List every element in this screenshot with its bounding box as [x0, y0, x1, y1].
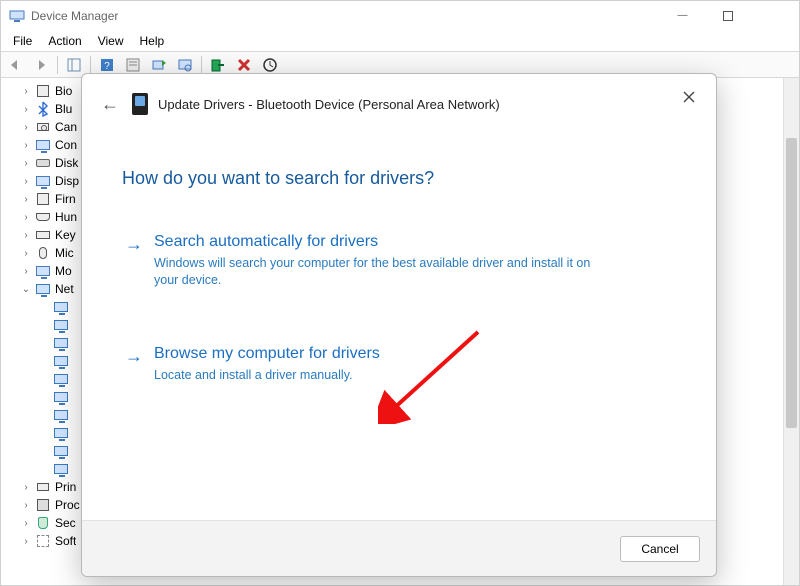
ico-sw-icon [35, 533, 51, 549]
dialog-body: How do you want to search for drivers? →… [82, 134, 716, 520]
expander-icon[interactable]: › [21, 86, 31, 97]
scrollbar-thumb[interactable] [786, 138, 797, 428]
tree-item-label: Prin [55, 480, 76, 494]
ico-chip-icon [35, 83, 51, 99]
ico-net-icon [53, 389, 69, 405]
ico-net-icon [53, 461, 69, 477]
expander-icon[interactable]: › [21, 536, 31, 547]
forward-arrow-icon[interactable] [29, 54, 53, 76]
ico-net-icon [53, 407, 69, 423]
dialog-header: ← Update Drivers - Bluetooth Device (Per… [82, 74, 716, 134]
device-manager-window: Device Manager — File Action View Help ? [0, 0, 800, 586]
svg-text:?: ? [104, 61, 110, 72]
ico-mon-icon [35, 263, 51, 279]
expander-icon[interactable]: › [21, 518, 31, 529]
ico-mon-icon [35, 173, 51, 189]
window-title: Device Manager [31, 9, 118, 23]
ico-net-icon [53, 371, 69, 387]
arrow-right-icon: → [124, 345, 144, 384]
tree-item-label: Con [55, 138, 77, 152]
tree-item-label: Mic [55, 246, 74, 260]
expander-icon[interactable]: › [21, 266, 31, 277]
menu-view[interactable]: View [90, 32, 132, 50]
ico-sec-icon [35, 515, 51, 531]
ico-net-icon [53, 335, 69, 351]
ico-net-icon [53, 425, 69, 441]
option-title: Search automatically for drivers [154, 233, 614, 251]
tree-item-label: Key [55, 228, 76, 242]
tree-item-label: Bio [55, 84, 72, 98]
expander-icon[interactable]: › [21, 158, 31, 169]
expander-icon[interactable]: › [21, 482, 31, 493]
tree-item-label: Net [55, 282, 74, 296]
back-button[interactable]: ← [98, 92, 122, 116]
ico-disk-icon [35, 155, 51, 171]
dialog-close-button[interactable] [674, 84, 704, 110]
tree-item-label: Disp [55, 174, 79, 188]
expander-icon[interactable]: › [21, 140, 31, 151]
tree-item-label: Proc [55, 498, 80, 512]
expander-icon[interactable]: › [21, 500, 31, 511]
ico-mouse-icon [35, 245, 51, 261]
arrow-right-icon: → [124, 233, 144, 289]
dialog-heading: How do you want to search for drivers? [122, 168, 676, 189]
option-search-automatically[interactable]: → Search automatically for drivers Windo… [122, 227, 676, 305]
option-description: Locate and install a driver manually. [154, 367, 380, 384]
ico-bt-icon [35, 101, 51, 117]
menu-file[interactable]: File [5, 32, 40, 50]
dialog-title: Update Drivers - Bluetooth Device (Perso… [158, 97, 500, 112]
tree-item-label: Mo [55, 264, 72, 278]
close-button[interactable] [750, 1, 795, 31]
window-controls: — [660, 1, 795, 31]
app-icon [9, 8, 25, 24]
expander-icon[interactable]: › [21, 212, 31, 223]
tree-item-label: Hun [55, 210, 77, 224]
ico-hid-icon [35, 209, 51, 225]
tree-item-label: Firn [55, 192, 76, 206]
show-hide-tree-icon[interactable] [62, 54, 86, 76]
ico-chip-icon [35, 191, 51, 207]
menubar: File Action View Help [1, 31, 799, 51]
minimize-button[interactable]: — [660, 1, 705, 31]
ico-net-icon [53, 353, 69, 369]
menu-action[interactable]: Action [40, 32, 89, 50]
tree-item-label: Can [55, 120, 77, 134]
vertical-scrollbar[interactable] [783, 78, 799, 585]
menu-help[interactable]: Help [132, 32, 173, 50]
option-browse-computer[interactable]: → Browse my computer for drivers Locate … [122, 339, 676, 400]
ico-cam-icon [35, 119, 51, 135]
expander-icon[interactable]: › [21, 248, 31, 259]
titlebar: Device Manager — [1, 1, 799, 31]
tree-item-label: Soft [55, 534, 76, 548]
expander-icon[interactable]: › [21, 122, 31, 133]
ico-net-icon [53, 299, 69, 315]
ico-net-icon [53, 317, 69, 333]
ico-net-icon [53, 443, 69, 459]
ico-net-icon [35, 281, 51, 297]
expander-icon[interactable]: › [21, 194, 31, 205]
expander-icon[interactable]: › [21, 104, 31, 115]
ico-cpu-icon [35, 497, 51, 513]
tree-item-label: Sec [55, 516, 76, 530]
device-icon [132, 93, 148, 115]
back-arrow-icon[interactable] [3, 54, 27, 76]
tree-item-label: Disk [55, 156, 78, 170]
update-drivers-dialog: ← Update Drivers - Bluetooth Device (Per… [81, 73, 717, 577]
maximize-button[interactable] [705, 1, 750, 31]
ico-mon-icon [35, 137, 51, 153]
expander-icon[interactable]: › [21, 176, 31, 187]
option-title: Browse my computer for drivers [154, 345, 380, 363]
ico-key-icon [35, 227, 51, 243]
expander-icon[interactable]: › [21, 230, 31, 241]
ico-print-icon [35, 479, 51, 495]
expander-icon[interactable]: ⌄ [21, 284, 31, 295]
tree-item-label: Blu [55, 102, 72, 116]
dialog-footer: Cancel [82, 520, 716, 576]
option-description: Windows will search your computer for th… [154, 255, 614, 289]
cancel-button[interactable]: Cancel [620, 536, 700, 562]
